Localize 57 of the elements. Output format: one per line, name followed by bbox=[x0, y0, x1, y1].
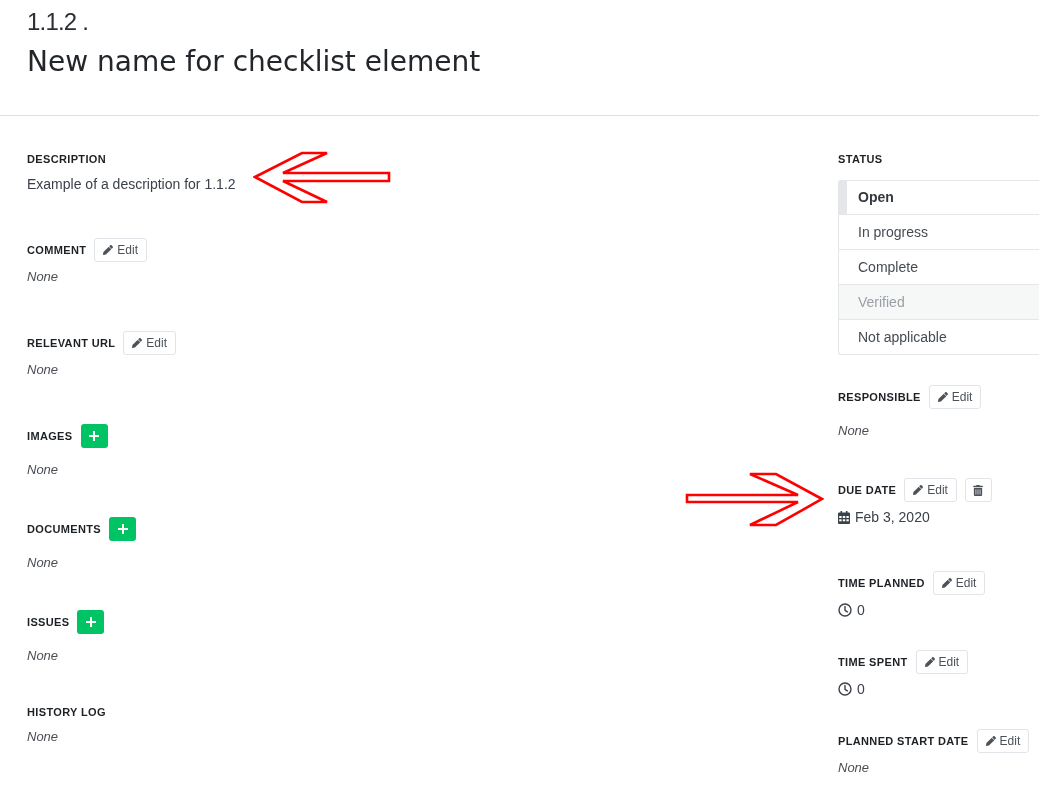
field-label: IMAGES bbox=[27, 429, 73, 444]
status-option[interactable]: Complete bbox=[838, 250, 1039, 285]
status-option[interactable]: Not applicable bbox=[838, 320, 1039, 355]
calendar-icon bbox=[838, 510, 850, 524]
pencil-icon bbox=[132, 338, 143, 348]
field-value: Feb 3, 2020 bbox=[855, 508, 930, 526]
field-label: TIME PLANNED bbox=[838, 576, 925, 591]
field-label: DUE DATE bbox=[838, 483, 897, 498]
edit-button[interactable]: Edit bbox=[932, 571, 986, 595]
edit-button[interactable]: Edit bbox=[928, 385, 982, 409]
field-label: DESCRIPTION bbox=[27, 152, 107, 167]
delete-button[interactable] bbox=[964, 478, 992, 502]
empty-value: None bbox=[27, 361, 59, 379]
empty-value: None bbox=[27, 647, 59, 665]
plus-icon bbox=[85, 617, 96, 627]
empty-value: None bbox=[27, 461, 59, 479]
field-value: 0 bbox=[857, 680, 865, 698]
field-label: RELEVANT URL bbox=[27, 336, 116, 351]
edit-button[interactable]: Edit bbox=[904, 478, 957, 502]
empty-value: None bbox=[838, 759, 870, 777]
edit-button[interactable]: Edit bbox=[915, 650, 969, 674]
pencil-icon bbox=[985, 736, 996, 746]
status-option[interactable]: Open bbox=[838, 180, 1039, 215]
clock-icon bbox=[838, 682, 852, 696]
field-label: ISSUES bbox=[27, 615, 70, 630]
pencil-icon bbox=[924, 657, 935, 667]
plus-icon bbox=[89, 431, 99, 441]
field-label: RESPONSIBLE bbox=[838, 390, 921, 405]
field-label: STATUS bbox=[838, 152, 883, 167]
clock-icon bbox=[838, 603, 852, 617]
edit-button[interactable]: Edit bbox=[123, 331, 176, 355]
trash-icon bbox=[973, 484, 984, 496]
field-label: TIME SPENT bbox=[838, 655, 908, 670]
edit-button[interactable]: Edit bbox=[976, 729, 1030, 753]
add-button[interactable] bbox=[109, 517, 137, 541]
field-label: PLANNED START DATE bbox=[838, 734, 969, 749]
field-value: 0 bbox=[857, 601, 865, 619]
empty-value: None bbox=[838, 422, 870, 440]
empty-value: None bbox=[27, 268, 59, 286]
pencil-icon bbox=[941, 578, 952, 588]
field-label: HISTORY LOG bbox=[27, 705, 106, 720]
pencil-icon bbox=[913, 485, 924, 495]
edit-button[interactable]: Edit bbox=[94, 238, 147, 262]
add-button[interactable] bbox=[77, 610, 105, 634]
pencil-icon bbox=[937, 392, 948, 402]
empty-value: None bbox=[27, 728, 59, 746]
field-label: DOCUMENTS bbox=[27, 522, 102, 537]
pencil-icon bbox=[103, 245, 114, 255]
add-button[interactable] bbox=[80, 424, 108, 448]
item-number: 1.1.2 . bbox=[27, 7, 90, 37]
page-title: New name for checklist element bbox=[27, 44, 482, 80]
plus-icon bbox=[117, 524, 128, 534]
field-value: Example of a description for 1.1.2 bbox=[27, 175, 236, 193]
empty-value: None bbox=[27, 554, 59, 572]
status-option[interactable]: In progress bbox=[838, 215, 1039, 250]
status-option: Verified bbox=[838, 285, 1039, 320]
field-label: COMMENT bbox=[27, 243, 87, 258]
